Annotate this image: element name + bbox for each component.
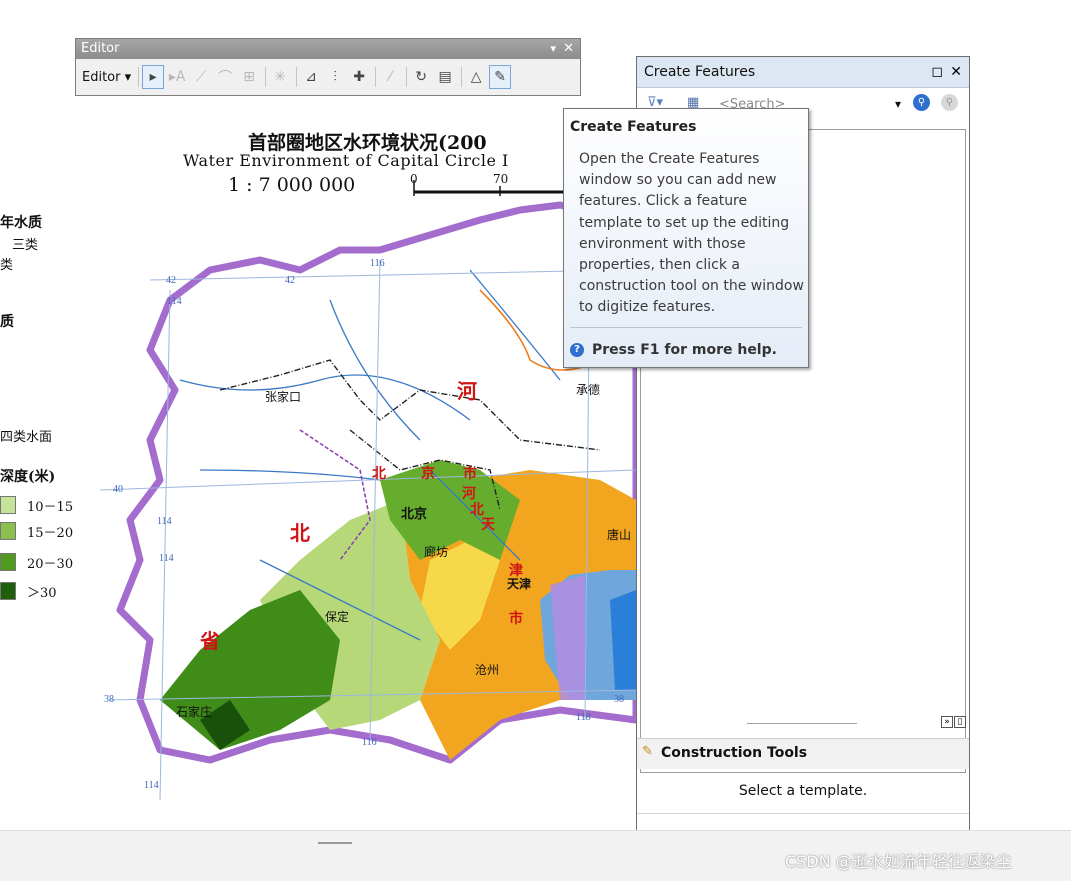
rotate-icon[interactable]: ↻ [410, 65, 432, 89]
province-label: 市 [463, 466, 477, 482]
legend-depth-range: 20－30 [27, 557, 74, 572]
editor-title: Editor [81, 41, 120, 56]
end-point-arc-icon[interactable]: ⌒ [214, 65, 236, 89]
create-features-tooltip: Create Features Open the Create Features… [563, 108, 809, 368]
split-icon[interactable]: ⁄ [379, 65, 401, 89]
grid-label: 42 [166, 275, 176, 286]
create-features-title: Create Features [644, 64, 756, 80]
edit-vertices-icon[interactable]: ⊿ [300, 65, 322, 89]
legend-fragment: 四类水面 [0, 430, 53, 445]
straight-segment-icon[interactable]: ⟋ [190, 65, 212, 89]
legend-depth-range: 15－20 [27, 526, 74, 541]
place-label-chengde: 承德 [576, 383, 601, 397]
watermark: CSDN @逝水如流年轻往返染尘 [785, 852, 1012, 871]
pin-icon[interactable]: ▯ [954, 716, 966, 728]
create-features-icon[interactable]: ✎ [489, 65, 512, 89]
place-label-shijiazhuang: 石家庄 [176, 705, 213, 719]
grid-label: 38 [614, 694, 624, 705]
grid-label: 114 [144, 780, 159, 791]
grid-label: 40 [113, 484, 123, 495]
place-label-beijing: 北京 [401, 507, 428, 522]
select-template-text: Select a template. [738, 783, 868, 799]
legend-swatch [0, 522, 16, 540]
maximize-icon[interactable]: ◻ [931, 57, 943, 87]
legend-depth-range: 10－15 [27, 500, 74, 515]
toolbar-separator [265, 67, 267, 87]
legend-fragment: 年水质 [0, 215, 42, 231]
place-label-zhangjiakou: 张家口 [265, 390, 302, 404]
clear-search-icon[interactable]: ⚲ [941, 94, 958, 111]
grid-label: 116 [370, 258, 385, 269]
construction-tools-list[interactable]: Select a template. [637, 769, 969, 814]
construction-tools-icon: ✎ [642, 744, 653, 759]
grid-label: 42 [285, 275, 295, 286]
toolbar-separator [296, 67, 298, 87]
legend-swatch [0, 496, 16, 514]
editor-tools: Editor ▾ ▸ ▸A ⟋ ⌒ ⊞ ✳ ⊿ ⫶ ✚ ⁄ ↻ ▤ △ ✎ [78, 61, 578, 93]
grid-label: 114 [159, 553, 174, 564]
tooltip-title: Create Features [570, 119, 697, 135]
place-label-baoding: 保定 [325, 610, 350, 624]
legend-fragment: 三类 [12, 238, 39, 253]
cut-polygons-icon[interactable]: ✚ [348, 65, 370, 89]
province-label: 津 [509, 563, 523, 579]
tool-buttons: ▸ ▸A ⟋ ⌒ ⊞ ✳ ⊿ ⫶ ✚ ⁄ ↻ ▤ △ ✎ [142, 65, 513, 89]
tooltip-divider [570, 327, 802, 328]
attributes-icon[interactable]: ▤ [434, 65, 456, 89]
sketch-properties-icon[interactable]: △ [465, 65, 487, 89]
legend-depth-heading: 深度(米) [0, 469, 56, 485]
province-label: 北 [372, 466, 386, 482]
tooltip-body: Open the Create Features window so you c… [579, 151, 804, 316]
legend-swatch [0, 582, 16, 600]
grid-label: 114 [157, 516, 172, 527]
collapse-icon[interactable]: » [941, 716, 953, 728]
point-icon[interactable]: ✳ [269, 65, 291, 89]
map-title-en: Water Environment of Capital Circle I [183, 151, 509, 170]
search-icon[interactable]: ⚲ [913, 94, 930, 111]
toolbar-separator [138, 67, 140, 87]
editor-toolbar[interactable]: Editor ▾ ✕ Editor ▾ ▸ ▸A ⟋ ⌒ ⊞ ✳ ⊿ ⫶ ✚ ⁄ ↻ ▤ △ ✎ [75, 38, 581, 96]
legend-depth-range: ＞30 [27, 586, 57, 601]
editor-menu-button[interactable]: Editor ▾ [78, 70, 135, 85]
toolbar-separator [375, 67, 377, 87]
province-label: 京 [421, 466, 435, 482]
legend-fragment: 质 [0, 314, 14, 330]
province-label: 河 [457, 379, 477, 403]
province-label: 省 [200, 629, 220, 653]
reshape-icon[interactable]: ⫶ [324, 65, 346, 89]
scale-tick-0: 0 [410, 172, 418, 186]
province-label: 市 [509, 611, 523, 627]
edit-tool-icon[interactable]: ▸ [142, 65, 165, 89]
grid-label: 116 [362, 737, 377, 748]
resize-grip[interactable] [318, 842, 352, 844]
close-icon[interactable]: ✕ [950, 57, 962, 87]
trace-icon[interactable]: ⊞ [238, 65, 260, 89]
construction-tools-title: Construction Tools [661, 745, 808, 761]
edit-annotation-icon[interactable]: ▸A [166, 65, 188, 89]
place-label-tangshan: 唐山 [607, 528, 632, 542]
map-scale-text: 1 : 7 000 000 [228, 174, 356, 196]
scale-tick-70: 70 [493, 172, 509, 186]
help-icon: ? [570, 343, 584, 357]
grid-label: 38 [104, 694, 114, 705]
toolbar-options-icon[interactable]: ▾ [550, 39, 556, 59]
toolbar-separator [406, 67, 408, 87]
panel-splitter[interactable]: » ▯ [637, 714, 969, 732]
tooltip-help: ? Press F1 for more help. [570, 342, 777, 358]
province-label: 北 [290, 521, 310, 545]
construction-tools-header: ✎ Construction Tools [637, 738, 969, 769]
legend-swatch [0, 553, 16, 571]
search-dropdown-icon[interactable]: ▾ [895, 97, 901, 111]
grid-label: 118 [576, 712, 591, 723]
toolbar-separator [461, 67, 463, 87]
place-label-langfang: 廊坊 [424, 545, 449, 559]
place-label-cangzhou: 沧州 [475, 663, 500, 677]
province-label: 天 [481, 517, 495, 533]
legend-fragment: 类 [0, 258, 14, 273]
editor-titlebar[interactable]: Editor ▾ ✕ [76, 39, 580, 59]
close-icon[interactable]: ✕ [563, 39, 574, 59]
tooltip-help-text: Press F1 for more help. [592, 342, 777, 358]
grid-label: 114 [167, 296, 182, 307]
create-features-titlebar[interactable]: Create Features ◻ ✕ [637, 57, 969, 88]
